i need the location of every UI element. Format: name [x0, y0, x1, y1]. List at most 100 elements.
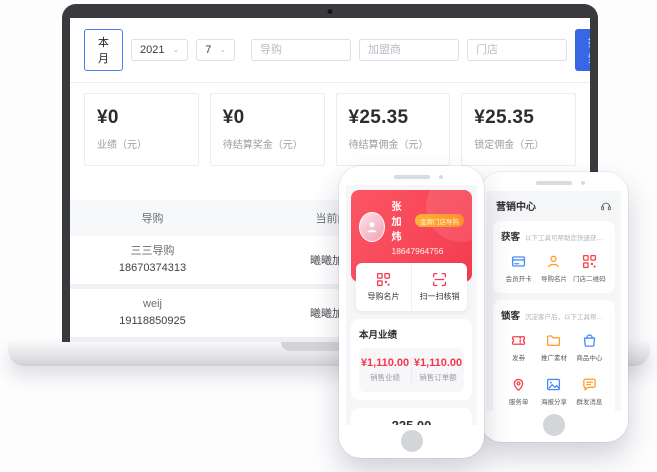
tool-item[interactable]: 商品中心 — [572, 325, 607, 369]
action-icon — [376, 272, 391, 287]
laptop-camera-dot — [328, 9, 333, 14]
tool-label: 群发消息 — [576, 396, 602, 406]
tool-label: 会员开卡 — [506, 273, 532, 283]
month-stat-value: ¥1,110.00 — [412, 357, 464, 369]
tool-label: 导购名片 — [541, 273, 567, 283]
marketing-tools-screen: 营销中心 获客 以下工具可帮助您快速获客，完成获客引流 — [487, 191, 621, 411]
quick-actions-card: 导购名片 扫一扫核销 — [356, 263, 467, 311]
filter-toolbar: 本月 2021 ⌄ 7 ⌄ 搜索 — [70, 18, 590, 82]
home-button[interactable] — [543, 414, 565, 436]
guide-phone: 19118850925 — [70, 313, 235, 330]
stat-label: 待结算佣金（元） — [349, 136, 438, 151]
tool-icon — [546, 377, 561, 392]
section-title: 锁客 — [501, 308, 520, 322]
phone-camera-dot — [581, 181, 585, 185]
action-label: 导购名片 — [368, 291, 400, 302]
section-description: 沉淀客户后，以下工具帮您活跃客户 — [525, 311, 607, 321]
commission-card: 225.00 预计提成（元） — [351, 408, 472, 425]
stat-label: 业绩（元） — [97, 136, 186, 151]
guide-name: 三三导购 — [70, 243, 235, 260]
tool-label: 商品中心 — [576, 352, 602, 362]
tool-label: 海报分享 — [541, 396, 567, 406]
stat-value: ¥25.35 — [349, 107, 438, 129]
stat-card: ¥0 待结算奖金（元） — [210, 93, 325, 166]
column-header-guide: 导购 — [70, 210, 235, 226]
tool-icon — [511, 377, 526, 392]
month-stat-label: 销售业绩 — [359, 372, 411, 383]
action-icon — [432, 272, 447, 287]
stat-label: 待结算奖金（元） — [223, 136, 312, 151]
month-performance-card: 本月业绩 ¥1,110.00 销售业绩 ¥1,110.00 销售订单额 — [351, 319, 472, 400]
store-search-input[interactable] — [467, 39, 567, 61]
year-select-value: 2021 — [140, 44, 164, 56]
stat-card: ¥0 业绩（元） — [84, 93, 199, 166]
stat-card: ¥25.35 锁定佣金（元） — [461, 93, 576, 166]
guide-cell: 三三导购 18670374313 — [70, 243, 235, 277]
tool-icon — [582, 333, 597, 348]
month-stats: ¥1,110.00 销售业绩 ¥1,110.00 销售订单额 — [359, 348, 464, 392]
tool-item[interactable]: 发券 — [501, 325, 536, 369]
month-stat: ¥1,110.00 销售订单额 — [411, 357, 464, 383]
tool-item[interactable]: 门店二维码 — [572, 246, 607, 290]
search-button[interactable]: 搜索 — [575, 29, 590, 71]
tool-section-card: 获客 以下工具可帮助您快速获客，完成获客引流 会员开卡 — [493, 221, 615, 293]
stat-value: ¥25.35 — [474, 107, 563, 129]
headset-icon[interactable] — [600, 200, 612, 212]
quick-action[interactable]: 扫一扫核销 — [411, 263, 467, 311]
quick-action[interactable]: 导购名片 — [356, 263, 411, 311]
tool-grid: 会员开卡 导购名片 门店二维码 — [501, 246, 607, 290]
action-label: 扫一扫核销 — [420, 291, 460, 302]
tool-section-card: 锁客 沉淀客户后，以下工具帮您活跃客户 发券 — [493, 300, 615, 411]
tool-item[interactable]: 推广素材 — [536, 325, 571, 369]
phone-camera-dot — [439, 175, 443, 179]
stat-value: ¥0 — [223, 107, 312, 129]
tool-icon — [582, 254, 597, 269]
profile-row: 张加炜 金牌门店导购 18647964756 — [359, 198, 464, 256]
section-title: 获客 — [501, 229, 520, 243]
marketing-tools-phone: 营销中心 获客 以下工具可帮助您快速获客，完成获客引流 — [480, 172, 628, 442]
tool-item[interactable]: 会员开卡 — [501, 246, 536, 290]
avatar — [359, 212, 385, 242]
stat-cards-row: ¥0 业绩（元） ¥0 待结算奖金（元） ¥25.35 待结算佣金（元） — [70, 83, 590, 166]
tool-item[interactable]: 海报分享 — [536, 369, 571, 411]
month-select[interactable]: 7 ⌄ — [196, 39, 235, 61]
franchisee-search-input[interactable] — [359, 39, 459, 61]
guide-phone: 18670374313 — [70, 260, 235, 277]
tool-label: 门店二维码 — [573, 273, 606, 283]
guide-cell: weij 19118850925 — [70, 296, 235, 330]
profile-info: 张加炜 金牌门店导购 18647964756 — [391, 198, 464, 256]
section-header: 锁客 沉淀客户后，以下工具帮您活跃客户 — [501, 308, 607, 322]
guide-app-phone: 张加炜 金牌门店导购 18647964756 导购名片 — [339, 166, 484, 458]
stat-label: 锁定佣金（元） — [474, 136, 563, 151]
month-stat-value: ¥1,110.00 — [359, 357, 411, 369]
month-stat-label: 销售订单额 — [412, 372, 464, 383]
stat-value: ¥0 — [97, 107, 186, 129]
tool-icon — [511, 333, 526, 348]
user-phone: 18647964756 — [391, 246, 464, 256]
tool-grid: 发券 推广素材 商品中心 — [501, 325, 607, 411]
tool-sections: 获客 以下工具可帮助您快速获客，完成获客引流 会员开卡 — [487, 221, 621, 411]
level-badge: 金牌门店导购 — [415, 214, 464, 227]
month-performance-title: 本月业绩 — [359, 327, 464, 341]
section-description: 以下工具可帮助您快速获客，完成获客引流 — [525, 232, 607, 242]
tool-icon — [582, 377, 597, 392]
guide-search-input[interactable] — [251, 39, 351, 61]
user-name: 张加炜 — [391, 198, 411, 243]
year-select[interactable]: 2021 ⌄ — [131, 39, 188, 61]
month-select-value: 7 — [205, 44, 211, 56]
marketing-topbar: 营销中心 — [487, 191, 621, 217]
chevron-down-icon: ⌄ — [172, 46, 179, 54]
phone-speaker — [536, 181, 572, 185]
tool-item[interactable]: 服务单 — [501, 369, 536, 411]
tool-item[interactable]: 群发消息 — [572, 369, 607, 411]
home-button[interactable] — [401, 430, 423, 452]
tool-item[interactable]: 导购名片 — [536, 246, 571, 290]
tool-label: 发券 — [512, 352, 525, 362]
guide-app-screen: 张加炜 金牌门店导购 18647964756 导购名片 — [346, 185, 477, 425]
marketing-title: 营销中心 — [496, 198, 536, 213]
month-stat: ¥1,110.00 销售业绩 — [359, 357, 411, 383]
chevron-down-icon: ⌄ — [219, 46, 226, 54]
period-button[interactable]: 本月 — [84, 29, 123, 71]
commission-value: 225.00 — [359, 418, 464, 425]
marketing-landing-mockup: 本月 2021 ⌄ 7 ⌄ 搜索 ¥0 — [0, 0, 657, 472]
